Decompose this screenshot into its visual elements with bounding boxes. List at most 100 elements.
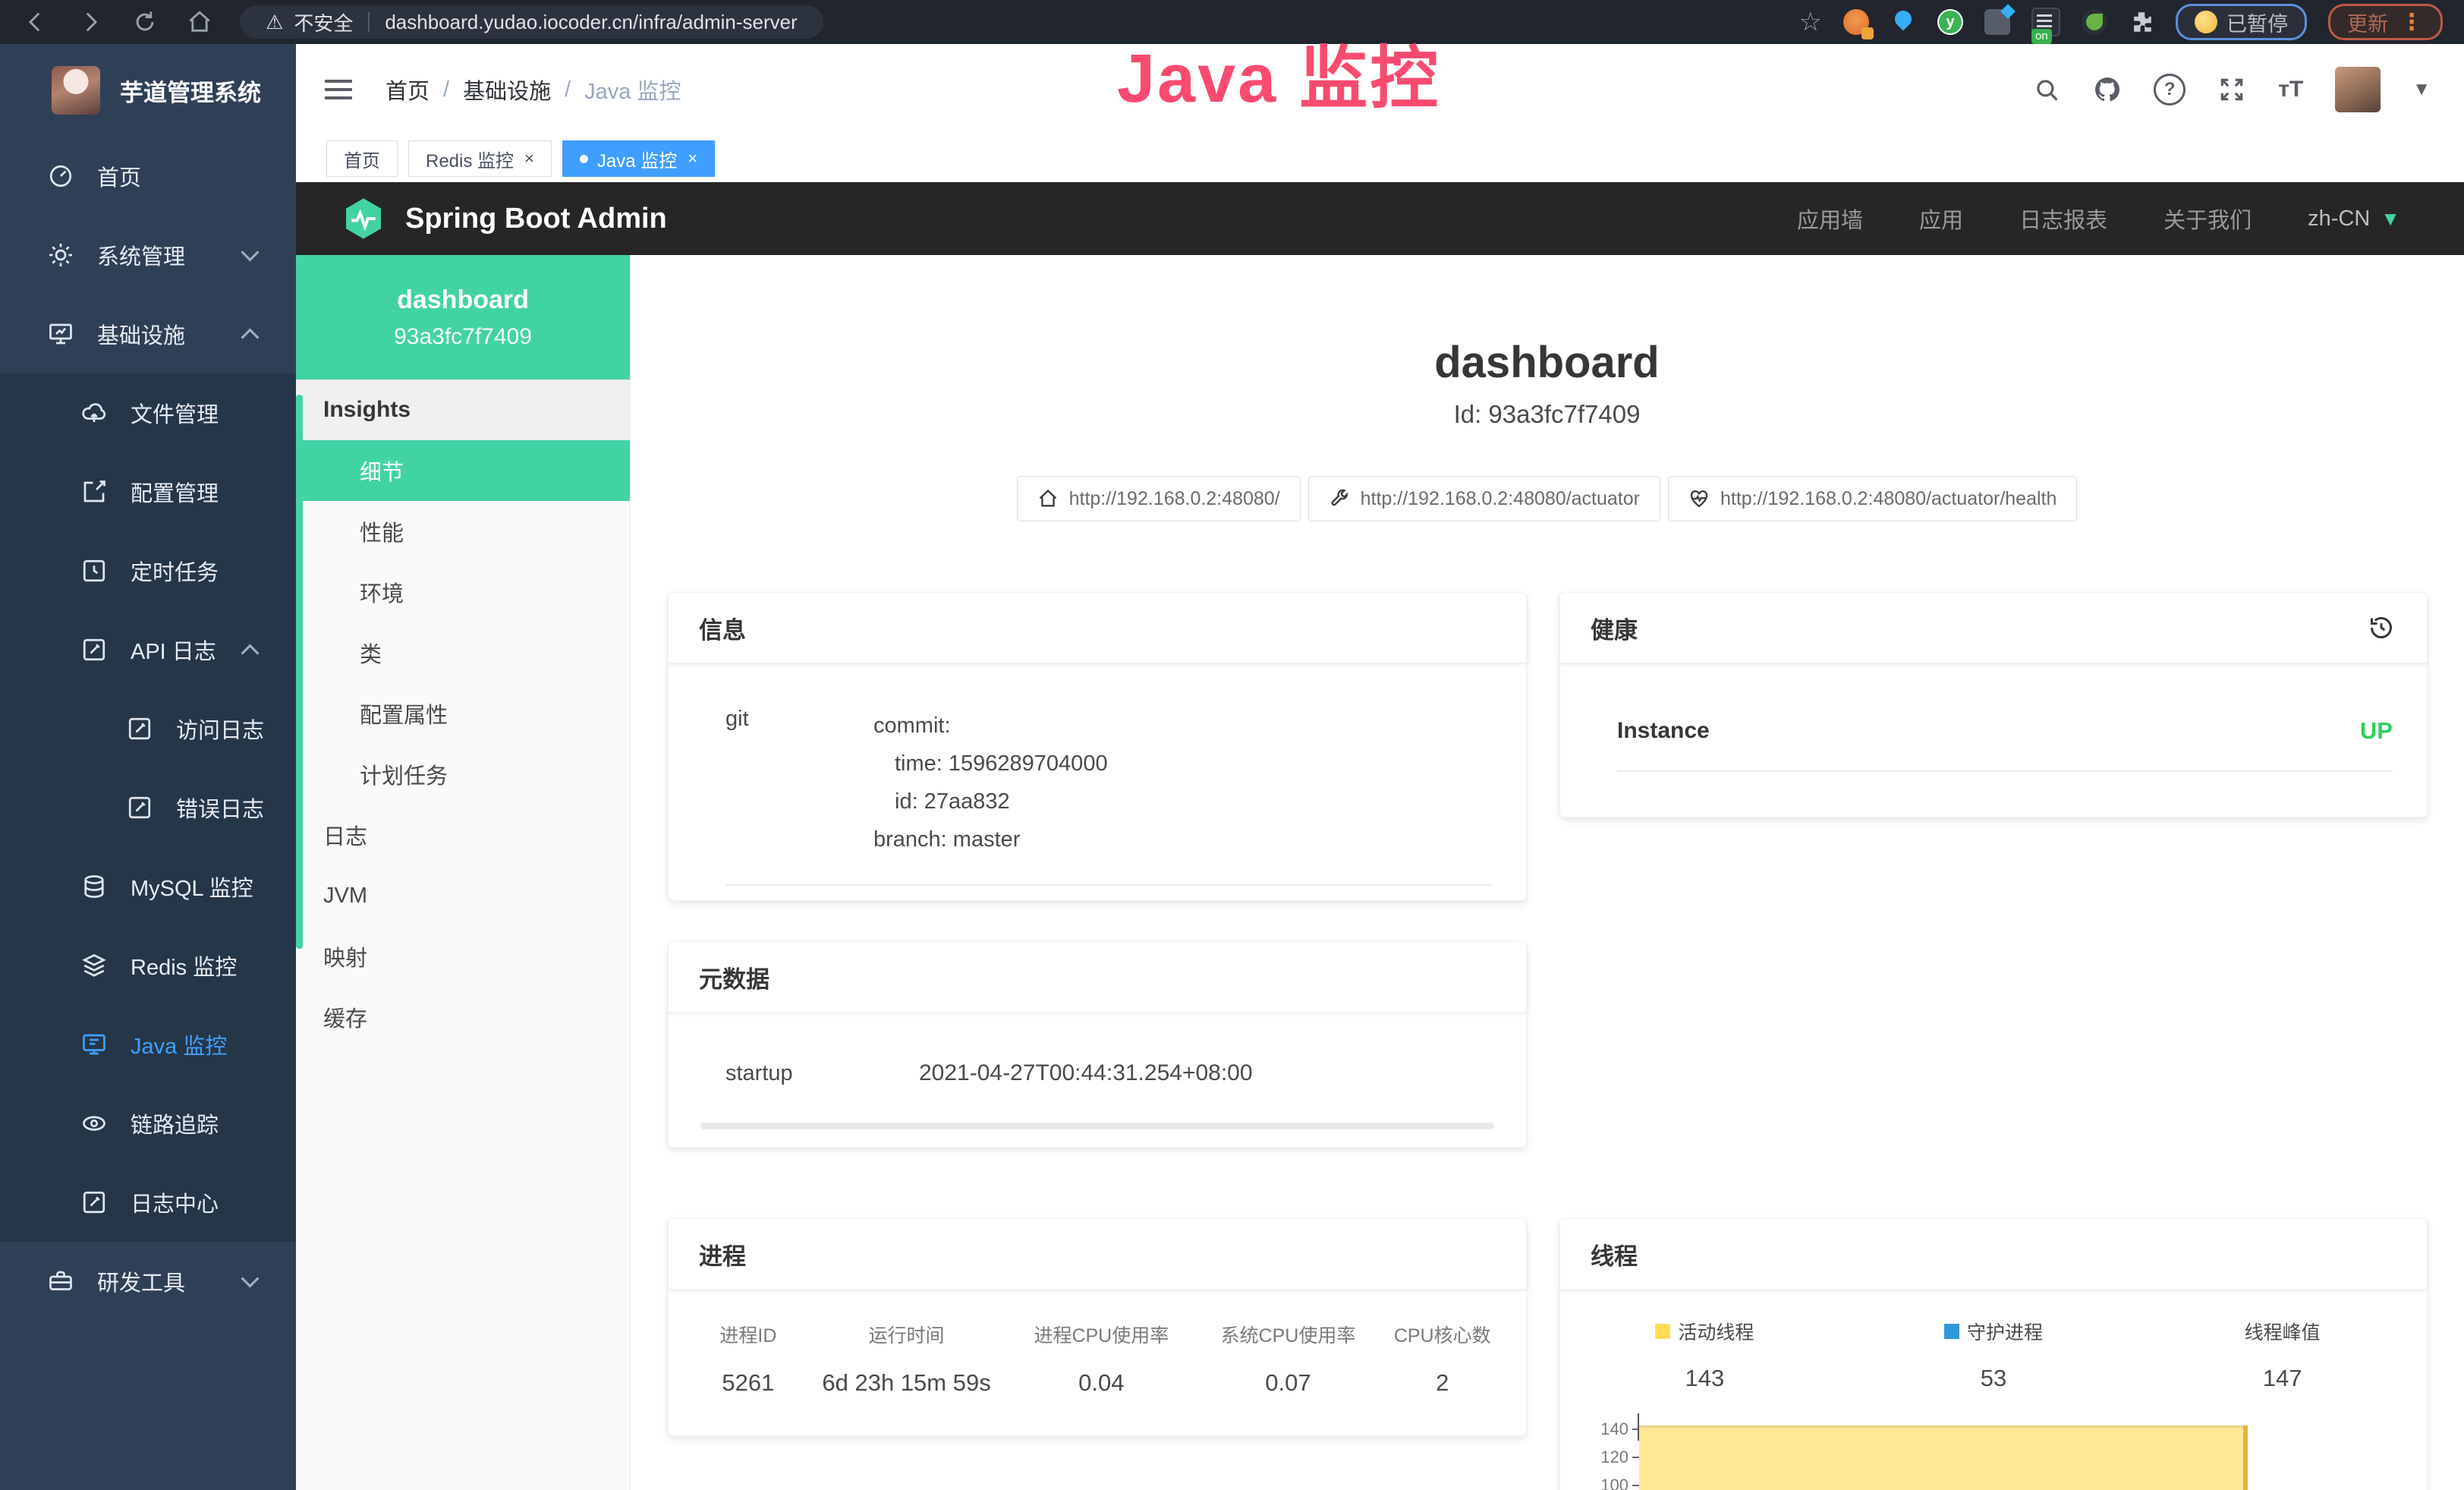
- sidebar-item-error-logs[interactable]: 错误日志: [0, 768, 296, 847]
- monitor-icon: [47, 320, 74, 348]
- bookmark-star-icon[interactable]: ☆: [1799, 7, 1822, 37]
- info-card: 信息 git commit: time: 1596289704000 id: 2…: [668, 592, 1527, 901]
- process-card: 进程 进程ID 运行时间 进程CPU使用率 系统CPU使用率 CPU核心数 52…: [668, 1218, 1527, 1436]
- extension-icon-list-on[interactable]: [2031, 8, 2060, 36]
- health-instance-label: Instance: [1617, 718, 1710, 744]
- sba-nav-applications[interactable]: 应用: [1919, 203, 1963, 235]
- threads-chart: 140 120 100: [1583, 1419, 2407, 1490]
- browser-menu-dots-icon[interactable]: ⋮: [2400, 9, 2424, 36]
- emoji-face-icon: [2195, 11, 2217, 33]
- wrench-icon: [1329, 488, 1350, 509]
- horizontal-scrollbar[interactable]: [700, 1123, 1494, 1129]
- forward-icon[interactable]: [77, 9, 103, 35]
- url-text[interactable]: dashboard.yudao.iocoder.cn/infra/admin-s…: [385, 11, 797, 34]
- sidebar-item-scheduled-jobs[interactable]: 定时任务: [0, 531, 296, 610]
- sba-group-jvm[interactable]: JVM: [296, 865, 630, 926]
- sidebar-item-config-mgmt[interactable]: 配置管理: [0, 452, 296, 531]
- sidebar-item-redis-monitor[interactable]: Redis 监控: [0, 926, 296, 1005]
- sba-sidebar: dashboard 93a3fc7f7409 Insights 细节 性能 环境…: [296, 255, 631, 1490]
- avatar[interactable]: [2335, 67, 2381, 112]
- sidebar-item-log-center[interactable]: 日志中心: [0, 1163, 296, 1242]
- sidebar-item-tracing[interactable]: 链路追踪: [0, 1084, 296, 1163]
- hamburger-icon[interactable]: [325, 74, 352, 105]
- update-button[interactable]: 更新 ⋮: [2328, 4, 2443, 40]
- sidebar-item-access-logs[interactable]: 访问日志: [0, 689, 296, 768]
- service-url-link[interactable]: http://192.168.0.2:48080/: [1017, 476, 1301, 521]
- puzzle-icon[interactable]: [2129, 9, 2154, 35]
- sidebar-item-infrastructure[interactable]: 基础设施: [0, 295, 296, 373]
- sba-brand[interactable]: Spring Boot Admin: [296, 197, 667, 241]
- app-title: 芋道管理系统: [120, 74, 261, 108]
- sidebar-item-system-mgmt[interactable]: 系统管理: [0, 216, 296, 295]
- sba-locale-select[interactable]: zh-CN ▼: [2308, 206, 2400, 232]
- user-menu-caret-icon[interactable]: ▼: [2412, 79, 2431, 100]
- history-icon[interactable]: [2366, 613, 2396, 643]
- sba-item-environment[interactable]: 环境: [296, 562, 630, 622]
- home-nav-icon[interactable]: [187, 9, 212, 35]
- fullscreen-icon[interactable]: [2217, 75, 2246, 104]
- address-bar[interactable]: ⚠ 不安全 dashboard.yudao.iocoder.cn/infra/a…: [240, 5, 823, 39]
- extension-icon-green-y[interactable]: [1937, 9, 1963, 35]
- legend-daemon-swatch: [1944, 1324, 1959, 1339]
- sba-item-config-props[interactable]: 配置属性: [296, 683, 630, 744]
- sidebar-item-dev-tools[interactable]: 研发工具: [0, 1242, 296, 1321]
- reload-icon[interactable]: [132, 9, 158, 35]
- extension-icon-pin[interactable]: [1890, 9, 1916, 35]
- extension-icon-orange[interactable]: [1843, 9, 1869, 35]
- page: ⚠ 不安全 dashboard.yudao.iocoder.cn/infra/a…: [0, 0, 2464, 1490]
- tab-home[interactable]: 首页: [326, 140, 398, 177]
- briefcase-icon: [47, 1268, 74, 1295]
- sba-group-logs[interactable]: 日志: [296, 805, 630, 865]
- help-icon[interactable]: ?: [2154, 74, 2186, 106]
- sba-item-scheduled-tasks[interactable]: 计划任务: [296, 744, 630, 805]
- threads-legend: 活动线程 143 守护进程 53 线程峰值 147: [1560, 1318, 2427, 1392]
- process-cpu-value: 0.04: [1008, 1369, 1194, 1397]
- gear-icon: [47, 241, 74, 269]
- health-url-link[interactable]: http://192.168.0.2:48080/actuator/health: [1668, 476, 2077, 521]
- sidebar-submenu: 文件管理 配置管理 定时任务 API 日志 访问日志 错误日志: [0, 373, 296, 1242]
- github-icon[interactable]: [2093, 75, 2122, 104]
- chevron-down-icon: ▼: [2381, 207, 2400, 231]
- metadata-card-title: 元数据: [699, 960, 769, 994]
- font-size-icon[interactable]: тT: [2278, 77, 2303, 102]
- sidebar-item-api-logs[interactable]: API 日志: [0, 610, 296, 689]
- sba-group-caches[interactable]: 缓存: [296, 987, 630, 1047]
- java-monitor-icon: [80, 1031, 108, 1058]
- threads-card: 线程 活动线程 143 守护进程 53 线程峰值 147 140 120: [1559, 1218, 2428, 1490]
- search-icon[interactable]: [2032, 75, 2061, 104]
- sba-nav-journal[interactable]: 日志报表: [2019, 203, 2107, 235]
- pencil-square-icon: [80, 1189, 108, 1216]
- tab-redis-monitor[interactable]: Redis 监控×: [408, 140, 552, 177]
- chevron-up-icon: [241, 644, 259, 662]
- actuator-url-link[interactable]: http://192.168.0.2:48080/actuator: [1308, 476, 1660, 521]
- extension-icon-sprout[interactable]: [2082, 9, 2107, 35]
- pencil-square-icon: [80, 636, 108, 663]
- sba-item-metrics[interactable]: 性能: [296, 501, 630, 562]
- home-icon: [1037, 488, 1059, 509]
- app-logo-row[interactable]: 芋道管理系统: [0, 44, 296, 137]
- sba-group-mappings[interactable]: 映射: [296, 926, 630, 987]
- back-icon[interactable]: [23, 9, 49, 35]
- eye-icon: [80, 1110, 108, 1137]
- sidebar-item-home[interactable]: 首页: [0, 137, 296, 216]
- sba-item-details[interactable]: 细节: [296, 440, 630, 501]
- gauge-icon: [47, 162, 74, 190]
- sidebar-item-mysql-monitor[interactable]: MySQL 监控: [0, 847, 296, 926]
- breadcrumb-infra[interactable]: 基础设施: [463, 74, 551, 106]
- extension-icon-grid[interactable]: [1984, 9, 2010, 35]
- sba-nav-wallboard[interactable]: 应用墙: [1797, 203, 1863, 235]
- breadcrumb-home[interactable]: 首页: [385, 74, 430, 106]
- security-label[interactable]: 不安全: [294, 8, 353, 36]
- sidebar-item-file-mgmt[interactable]: 文件管理: [0, 373, 296, 452]
- close-icon[interactable]: ×: [524, 149, 534, 169]
- close-icon[interactable]: ×: [688, 149, 697, 169]
- sba-item-classes[interactable]: 类: [296, 622, 630, 683]
- sba-sidebar-scrollbar[interactable]: [296, 395, 303, 949]
- peak-threads-value: 147: [2138, 1365, 2427, 1392]
- info-row-label: git: [725, 707, 873, 858]
- sba-instance-header[interactable]: dashboard 93a3fc7f7409: [296, 255, 630, 380]
- sidebar-item-java-monitor[interactable]: Java 监控: [0, 1005, 296, 1084]
- tab-java-monitor[interactable]: Java 监控×: [562, 140, 715, 177]
- paused-badge[interactable]: 已暂停: [2176, 4, 2307, 40]
- sba-nav-about[interactable]: 关于我们: [2163, 203, 2252, 235]
